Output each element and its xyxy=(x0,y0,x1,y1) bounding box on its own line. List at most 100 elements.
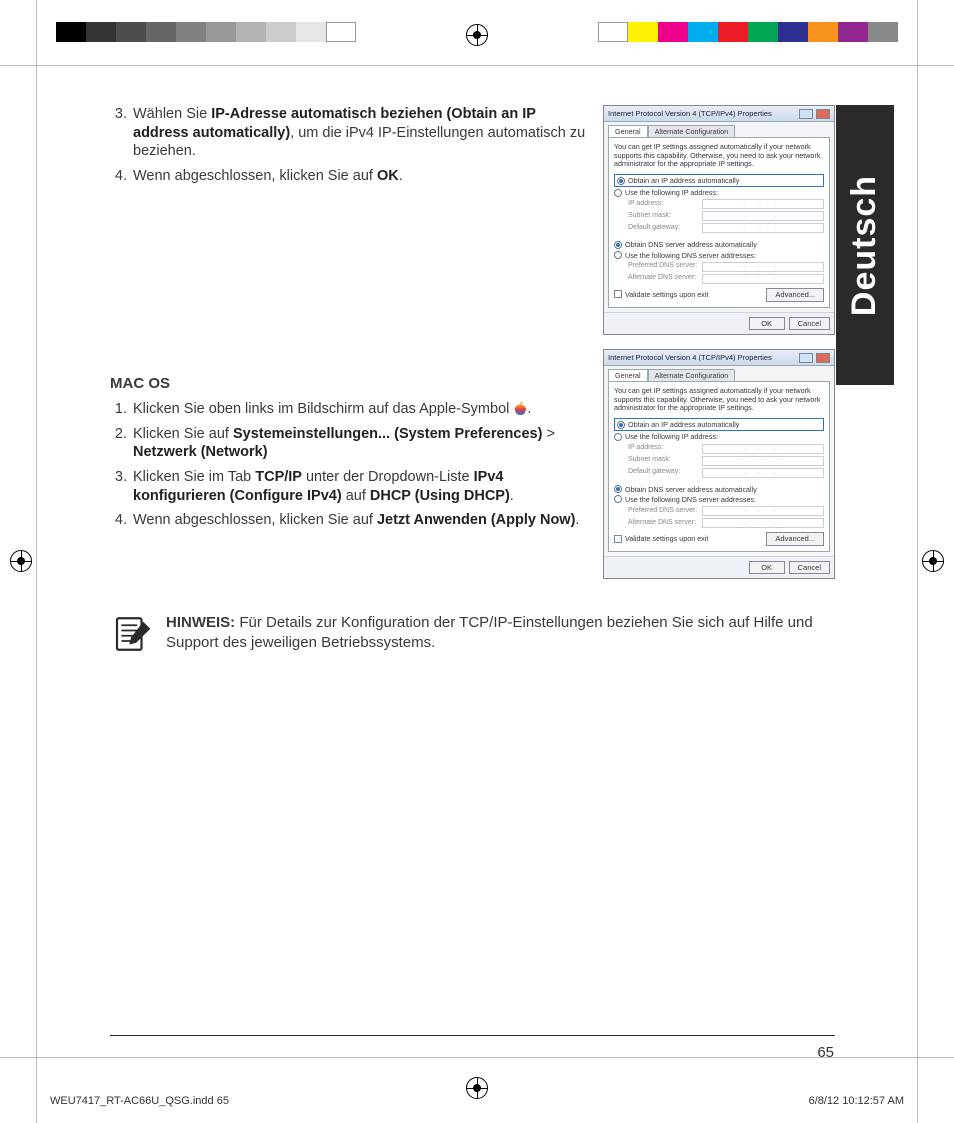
macos-steps: 1. Klicken Sie oben links im Bildschirm a… xyxy=(110,400,589,529)
note-box: HINWEIS: Für Details zur Konfiguration d… xyxy=(110,613,835,655)
dialog-panel: You can get IP settings assigned automat… xyxy=(608,137,830,308)
page-number: 65 xyxy=(817,1044,834,1061)
crop-line xyxy=(917,0,918,1123)
dialog-panel: You can get IP settings assigned automat… xyxy=(608,381,830,552)
radio-icon xyxy=(614,433,622,441)
step-number: 3. xyxy=(110,468,127,505)
windows-steps: 3.Wählen Sie IP-Adresse automatisch bezi… xyxy=(110,105,589,185)
close-icon xyxy=(816,353,830,363)
dialog-titlebar: Internet Protocol Version 4 (TCP/IPv4) P… xyxy=(604,350,834,366)
step-number: 4. xyxy=(110,167,127,186)
opt-auto-dns: Obtain DNS server address automatically xyxy=(614,485,824,494)
step-number: 2. xyxy=(110,425,127,462)
opt-use-dns: Use the following DNS server addresses: xyxy=(614,495,824,504)
step-number: 1. xyxy=(110,400,127,419)
advanced-button: Advanced... xyxy=(766,288,824,302)
page-content: 3.Wählen Sie IP-Adresse automatisch bezi… xyxy=(110,105,835,655)
dns-field: Alternate DNS server:. . . xyxy=(628,274,824,284)
radio-icon xyxy=(617,421,625,429)
dialog-description: You can get IP settings assigned automat… xyxy=(614,143,824,169)
note-label: HINWEIS: xyxy=(166,614,235,631)
opt-use-ip: Use the following IP address: xyxy=(614,432,824,441)
dialog-buttons: OK Cancel xyxy=(604,556,834,579)
ip-field: Default gateway:. . . xyxy=(628,468,824,478)
step: 2.Klicken Sie auf Systemeinstellungen...… xyxy=(110,425,589,462)
dialog-tabs: General Alternate Configuration xyxy=(604,366,834,381)
crop-line xyxy=(0,65,954,66)
step-body: Wählen Sie IP-Adresse automatisch bezieh… xyxy=(133,105,589,161)
cancel-button: Cancel xyxy=(789,317,830,331)
checkbox-icon xyxy=(614,535,622,543)
step-body: Wenn abgeschlossen, klicken Sie auf Jetz… xyxy=(133,511,589,530)
ip-field: Subnet mask:. . . xyxy=(628,456,824,466)
registration-mark-icon xyxy=(466,24,488,46)
step: 1. Klicken Sie oben links im Bildschirm a… xyxy=(110,400,589,419)
dns-field: Alternate DNS server:. . . xyxy=(628,518,824,528)
step-body: Klicken Sie oben links im Bildschirm auf… xyxy=(133,400,589,419)
radio-icon xyxy=(614,241,622,249)
minimize-icon xyxy=(799,109,813,119)
registration-mark-icon xyxy=(922,550,944,572)
ip-field: Default gateway:. . . xyxy=(628,223,824,233)
step: 4. Wenn abgeschlossen, klicken Sie auf OK… xyxy=(110,167,589,186)
ok-button: OK xyxy=(749,561,785,575)
tab-general: General xyxy=(608,125,648,137)
step-number: 3. xyxy=(110,105,127,161)
tab-general: General xyxy=(608,369,648,381)
ip-field: IP address:. . . xyxy=(628,199,824,209)
cancel-button: Cancel xyxy=(789,561,830,575)
macos-heading: MAC OS xyxy=(110,374,589,393)
note-icon xyxy=(110,613,152,655)
dns-field: Preferred DNS server:. . . xyxy=(628,262,824,272)
opt-auto-ip: Obtain an IP address automatically xyxy=(614,174,824,187)
note-body: Für Details zur Konfiguration der TCP/IP… xyxy=(166,614,813,650)
language-tab-label: Deutsch xyxy=(846,174,885,315)
step-body: Wenn abgeschlossen, klicken Sie auf OK. xyxy=(133,167,589,186)
crop-line xyxy=(0,1057,954,1058)
minimize-icon xyxy=(799,353,813,363)
slug-date: 6/8/12 10:12:57 AM xyxy=(809,1095,904,1107)
step-number: 4. xyxy=(110,511,127,530)
dialog-tabs: General Alternate Configuration xyxy=(604,122,834,137)
tab-alternate: Alternate Configuration xyxy=(648,125,736,137)
radio-icon xyxy=(614,485,622,493)
opt-auto-dns: Obtain DNS server address automatically xyxy=(614,240,824,249)
advanced-button: Advanced... xyxy=(766,532,824,546)
radio-icon xyxy=(614,189,622,197)
slug-file: WEU7417_RT-AC66U_QSG.indd 65 xyxy=(50,1095,229,1107)
apple-logo-icon xyxy=(513,401,527,415)
dialog-description: You can get IP settings assigned automat… xyxy=(614,387,824,413)
dialog-titlebar: Internet Protocol Version 4 (TCP/IPv4) P… xyxy=(604,106,834,122)
radio-icon xyxy=(614,251,622,259)
ok-button: OK xyxy=(749,317,785,331)
dialog-buttons: OK Cancel xyxy=(604,312,834,335)
opt-auto-ip: Obtain an IP address automatically xyxy=(614,418,824,431)
slugline: WEU7417_RT-AC66U_QSG.indd 65 6/8/12 10:1… xyxy=(50,1095,904,1107)
ipv4-dialog-screenshot: Internet Protocol Version 4 (TCP/IPv4) P… xyxy=(603,105,835,335)
dialog-title: Internet Protocol Version 4 (TCP/IPv4) P… xyxy=(608,109,796,119)
radio-icon xyxy=(617,177,625,185)
language-tab: Deutsch xyxy=(836,105,894,385)
dns-field: Preferred DNS server:. . . xyxy=(628,506,824,516)
step-body: Klicken Sie im Tab TCP/IP unter der Drop… xyxy=(133,468,589,505)
step: 4. Wenn abgeschlossen, klicken Sie auf Je… xyxy=(110,511,589,530)
opt-use-ip: Use the following IP address: xyxy=(614,188,824,197)
step: 3.Klicken Sie im Tab TCP/IP unter der Dr… xyxy=(110,468,589,505)
checkbox-icon xyxy=(614,290,622,298)
dialog-title: Internet Protocol Version 4 (TCP/IPv4) P… xyxy=(608,353,796,363)
footer-rule xyxy=(110,1035,835,1036)
ipv4-dialog-screenshot: Internet Protocol Version 4 (TCP/IPv4) P… xyxy=(603,349,835,579)
note-text: HINWEIS: Für Details zur Konfiguration d… xyxy=(166,613,835,651)
color-bar-left xyxy=(56,22,356,42)
close-icon xyxy=(816,109,830,119)
color-bar-right xyxy=(598,22,898,42)
ip-field: IP address:. . . xyxy=(628,444,824,454)
radio-icon xyxy=(614,495,622,503)
crop-line xyxy=(36,0,37,1123)
tab-alternate: Alternate Configuration xyxy=(648,369,736,381)
opt-use-dns: Use the following DNS server addresses: xyxy=(614,251,824,260)
step: 3.Wählen Sie IP-Adresse automatisch bezi… xyxy=(110,105,589,161)
step-body: Klicken Sie auf Systemeinstellungen... (… xyxy=(133,425,589,462)
ip-field: Subnet mask:. . . xyxy=(628,211,824,221)
registration-mark-icon xyxy=(10,550,32,572)
